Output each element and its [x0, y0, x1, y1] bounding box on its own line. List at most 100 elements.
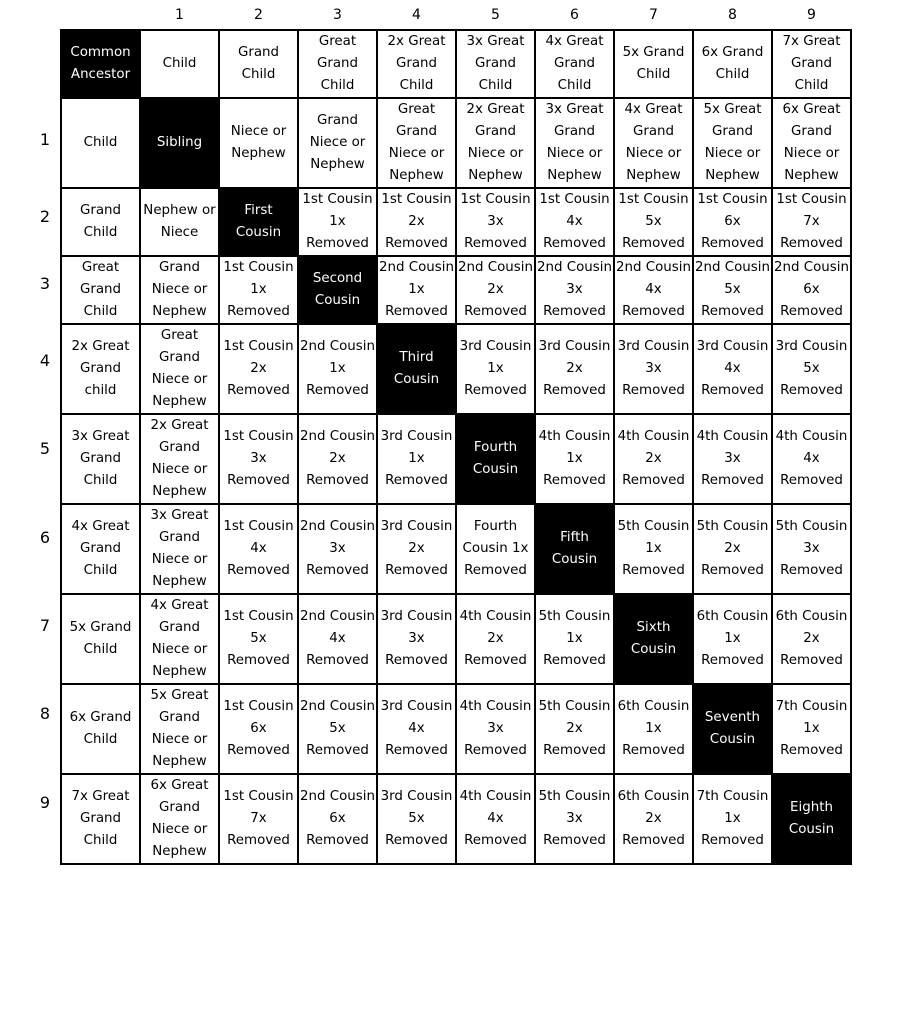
relationship-cell: 5th Cousin 1x Removed	[534, 593, 615, 685]
relationship-cell: 2nd Cousin 4x Removed	[613, 255, 694, 325]
table-row: Great Grand Child Grand Niece or Nephew 1s…	[60, 255, 852, 325]
relationship-cell: 1st Cousin 4x Removed	[534, 187, 615, 257]
relationship-cell: Great Grand Niece or Nephew	[376, 97, 457, 189]
relationship-cell: 2nd Cousin 1x Removed	[297, 323, 378, 415]
column-label: 3	[333, 7, 342, 23]
relationship-cell: 4th Cousin 3x Removed	[455, 683, 536, 775]
relationship-cell: Grand Niece or Nephew	[297, 97, 378, 189]
relationship-cell: 3rd Cousin 3x Removed	[376, 593, 457, 685]
relationship-cell: Niece or Nephew	[218, 97, 299, 189]
relationship-cell: 2nd Cousin 5x Removed	[692, 255, 773, 325]
highlighted-relationship-cell: Fourth Cousin	[455, 413, 536, 505]
relationship-cell: 1st Cousin 1x Removed	[218, 255, 299, 325]
relationship-cell: 4th Cousin 2x Removed	[455, 593, 536, 685]
relationship-cell: 7th Cousin 1x Removed	[692, 773, 773, 865]
relationship-cell: 2nd Cousin 3x Removed	[534, 255, 615, 325]
relationship-cell: 5x Grand Child	[613, 29, 694, 99]
relationship-cell: 1st Cousin 5x Removed	[218, 593, 299, 685]
relationship-cell: 5th Cousin 1x Removed	[613, 503, 694, 595]
column-label: 7	[649, 7, 658, 23]
relationship-cell: 3x Great Grand Child	[60, 413, 141, 505]
row-label: 2	[39, 207, 51, 226]
relationship-cell: Grand Child	[218, 29, 299, 99]
row-label: 3	[39, 274, 51, 293]
relationship-cell: 2nd Cousin 6x Removed	[297, 773, 378, 865]
relationship-cell: 7x Great Grand Child	[771, 29, 852, 99]
relationship-cell: Great Grand Child	[60, 255, 141, 325]
highlighted-relationship-cell: Common Ancestor	[60, 29, 141, 99]
relationship-cell: 7th Cousin 1x Removed	[771, 683, 852, 775]
highlighted-relationship-cell: First Cousin	[218, 187, 299, 257]
table-row: 6x Grand Child 5x Great Grand Niece or Ne…	[60, 683, 852, 775]
relationship-chart-table: Common Ancestor Child Grand Child Great Gra…	[60, 29, 852, 865]
relationship-cell: Fourth Cousin 1x Removed	[455, 503, 536, 595]
relationship-cell: 2nd Cousin 2x Removed	[297, 413, 378, 505]
relationship-cell: 5th Cousin 2x Removed	[692, 503, 773, 595]
relationship-cell: Child	[139, 29, 220, 99]
relationship-cell: Child	[60, 97, 141, 189]
relationship-cell: 7x Great Grand Child	[60, 773, 141, 865]
table-row: Common Ancestor Child Grand Child Great Gra…	[60, 29, 852, 99]
relationship-cell: 2nd Cousin 6x Removed	[771, 255, 852, 325]
column-label: 6	[570, 7, 579, 23]
relationship-cell: 3x Great Grand Niece or Nephew	[534, 97, 615, 189]
relationship-cell: 3rd Cousin 4x Removed	[692, 323, 773, 415]
relationship-cell: 3x Great Grand Child	[455, 29, 536, 99]
highlighted-relationship-cell: Sibling	[139, 97, 220, 189]
relationship-cell: 6th Cousin 1x Removed	[613, 683, 694, 775]
column-label: 8	[728, 7, 737, 23]
table-row: 4x Great Grand Child 3x Great Grand Niece…	[60, 503, 852, 595]
row-label: 5	[39, 439, 51, 458]
relationship-cell: 6th Cousin 2x Removed	[613, 773, 694, 865]
relationship-cell: 5th Cousin 2x Removed	[534, 683, 615, 775]
relationship-cell: 1st Cousin 7x Removed	[771, 187, 852, 257]
relationship-cell: 3rd Cousin 5x Removed	[376, 773, 457, 865]
highlighted-relationship-cell: Seventh Cousin	[692, 683, 773, 775]
table-row: 7x Great Grand Child 6x Great Grand Niece…	[60, 773, 852, 865]
relationship-cell: 2nd Cousin 5x Removed	[297, 683, 378, 775]
relationship-cell: 5x Great Grand Niece or Nephew	[139, 683, 220, 775]
relationship-cell: 4th Cousin 3x Removed	[692, 413, 773, 505]
table-row: Child Sibling Niece or Nephew Grand Niece o…	[60, 97, 852, 189]
relationship-cell: 2nd Cousin 2x Removed	[455, 255, 536, 325]
table-row: 3x Great Grand Child 2x Great Grand Niece…	[60, 413, 852, 505]
table-row: 5x Grand Child 4x Great Grand Niece or Ne…	[60, 593, 852, 685]
relationship-cell: 2x Great Grand Niece or Nephew	[139, 413, 220, 505]
column-label-spacer	[61, 4, 140, 26]
relationship-cell: 1st Cousin 7x Removed	[218, 773, 299, 865]
relationship-cell: 3rd Cousin 2x Removed	[376, 503, 457, 595]
relationship-cell: 6x Grand Child	[692, 29, 773, 99]
row-label: 6	[39, 528, 51, 547]
column-label: 4	[412, 7, 421, 23]
relationship-cell: 1st Cousin 2x Removed	[376, 187, 457, 257]
relationship-cell: 4th Cousin 2x Removed	[613, 413, 694, 505]
relationship-cell: 6th Cousin 1x Removed	[692, 593, 773, 685]
relationship-cell: 5th Cousin 3x Removed	[534, 773, 615, 865]
relationship-cell: 1st Cousin 6x Removed	[218, 683, 299, 775]
relationship-cell: 4th Cousin 4x Removed	[455, 773, 536, 865]
relationship-cell: 2x Great Grand Child	[376, 29, 457, 99]
relationship-cell: 5th Cousin 3x Removed	[771, 503, 852, 595]
relationship-cell: 3rd Cousin 3x Removed	[613, 323, 694, 415]
relationship-cell: 2x Great Grand Niece or Nephew	[455, 97, 536, 189]
column-label: 9	[807, 7, 816, 23]
column-label: 1	[175, 7, 184, 23]
relationship-cell: 2nd Cousin 3x Removed	[297, 503, 378, 595]
relationship-cell: Grand Child	[60, 187, 141, 257]
relationship-cell: 1st Cousin 1x Removed	[297, 187, 378, 257]
relationship-cell: 4th Cousin 1x Removed	[534, 413, 615, 505]
relationship-cell: Great Grand Child	[297, 29, 378, 99]
relationship-cell: 2nd Cousin 1x Removed	[376, 255, 457, 325]
relationship-cell: 5x Grand Child	[60, 593, 141, 685]
row-label: 9	[39, 793, 51, 812]
relationship-cell: Great Grand Niece or Nephew	[139, 323, 220, 415]
relationship-cell: 3rd Cousin 1x Removed	[376, 413, 457, 505]
relationship-cell: 2nd Cousin 4x Removed	[297, 593, 378, 685]
column-labels: 1 2 3 4 5 6 7 8 9	[61, 4, 851, 26]
relationship-cell: 4x Great Grand Child	[534, 29, 615, 99]
relationship-cell: 3rd Cousin 1x Removed	[455, 323, 536, 415]
highlighted-relationship-cell: Fifth Cousin	[534, 503, 615, 595]
relationship-cell: 6x Grand Child	[60, 683, 141, 775]
relationship-cell: 3x Great Grand Niece or Nephew	[139, 503, 220, 595]
table-row: Grand Child Nephew or Niece First Cousin 1s…	[60, 187, 852, 257]
